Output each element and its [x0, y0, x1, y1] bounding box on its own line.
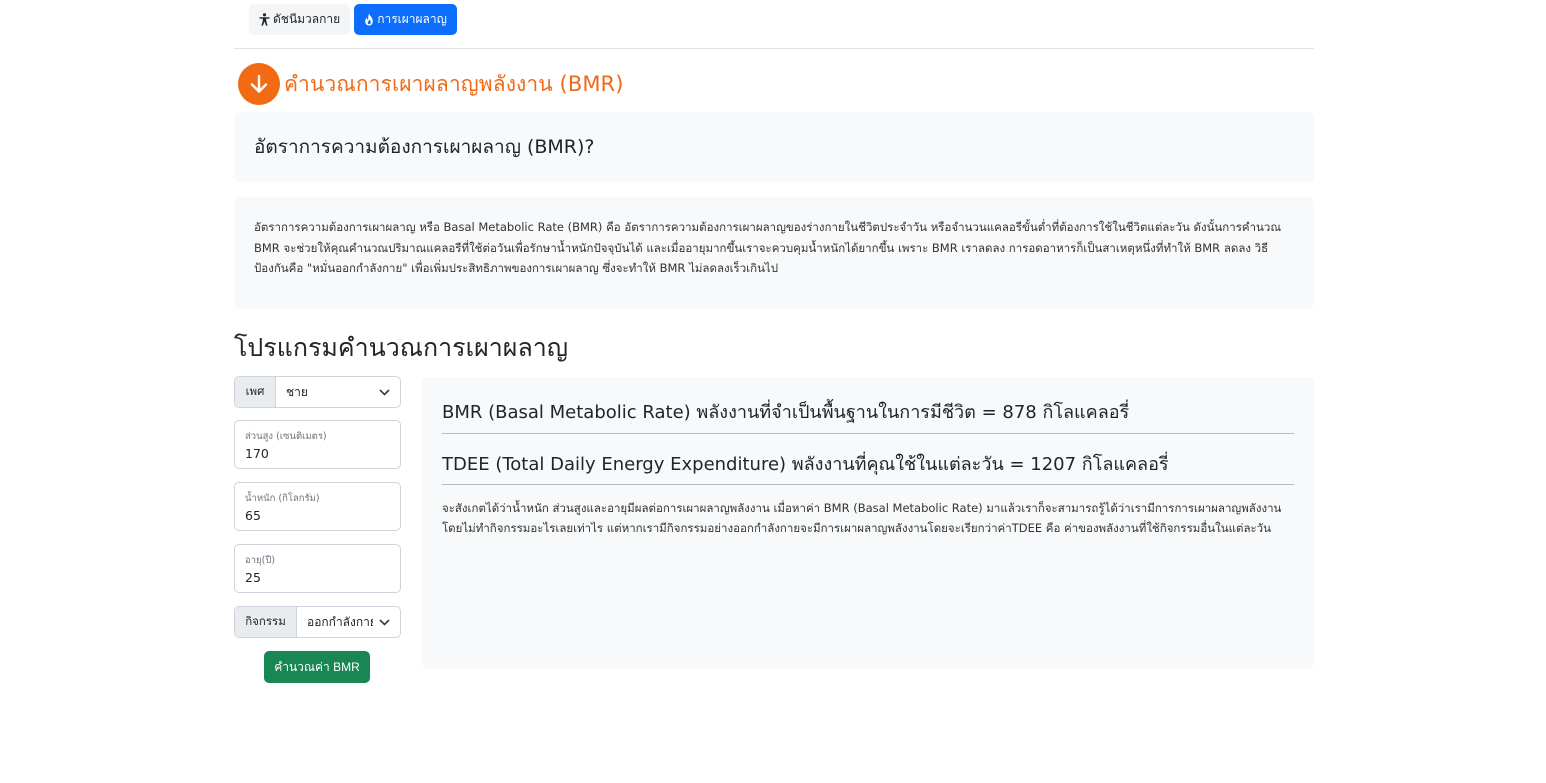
- question-heading: อัตราการความต้องการเผาผลาญ (BMR)?: [254, 136, 595, 158]
- activity-select[interactable]: กิจกรรม ออกกำลังกาย: [234, 606, 401, 638]
- result-note: จะสังเกตได้ว่าน้ำหนัก ส่วนสูงและอายุมีผล…: [442, 501, 1282, 535]
- page-title: คำนวณการเผาผลาญพลังงาน (BMR): [284, 71, 624, 96]
- gender-value-wrap[interactable]: ชาย: [276, 377, 400, 407]
- question-card: อัตราการความต้องการเผาผลาญ (BMR)?: [234, 112, 1314, 182]
- height-field[interactable]: ส่วนสูง (เซนติเมตร) 170: [234, 420, 401, 469]
- section-heading: คำนวณการเผาผลาญพลังงาน (BMR): [238, 63, 624, 105]
- program-title: โปรแกรมคำนวณการเผาผลาญ: [234, 333, 569, 362]
- age-label: อายุ(ปี): [245, 555, 276, 566]
- divider: [234, 48, 1314, 49]
- description-text: อัตราการความต้องการเผาผลาญ หรือ Basal Me…: [254, 220, 1282, 275]
- arrow-down-circle-icon: [238, 63, 280, 105]
- activity-label: กิจกรรม: [235, 607, 297, 637]
- result-divider: [442, 433, 1294, 434]
- tab-bmi[interactable]: ดัชนีมวลกาย: [249, 4, 351, 35]
- gender-select[interactable]: เพศ ชาย: [234, 376, 401, 408]
- bmr-result: BMR (Basal Metabolic Rate) พลังงานที่จำเ…: [442, 402, 1130, 423]
- person-icon: [259, 13, 270, 26]
- result-card: BMR (Basal Metabolic Rate) พลังงานที่จำเ…: [422, 377, 1314, 669]
- chevron-down-icon: [379, 388, 390, 396]
- height-input[interactable]: 170: [245, 446, 390, 461]
- tdee-result: TDEE (Total Daily Energy Expenditure) พล…: [442, 454, 1169, 475]
- weight-label: น้ำหนัก (กิโลกรัม): [245, 493, 320, 504]
- gender-value: ชาย: [286, 384, 308, 399]
- result-divider: [442, 484, 1294, 485]
- age-field[interactable]: อายุ(ปี) 25: [234, 544, 401, 593]
- description-card: อัตราการความต้องการเผาผลาญ หรือ Basal Me…: [234, 197, 1314, 309]
- tab-bar: ดัชนีมวลกาย การเผาผลาญ: [249, 4, 457, 35]
- activity-value: ออกกำลังกาย: [307, 614, 373, 629]
- tab-bmi-label: ดัชนีมวลกาย: [273, 12, 341, 26]
- height-label: ส่วนสูง (เซนติเมตร): [245, 431, 327, 442]
- calculate-bmr-button[interactable]: คำนวณค่า BMR: [264, 651, 370, 683]
- activity-value-wrap[interactable]: ออกกำลังกาย: [297, 607, 400, 637]
- weight-input[interactable]: 65: [245, 508, 390, 523]
- age-input[interactable]: 25: [245, 570, 390, 585]
- tab-metabolism[interactable]: การเผาผลาญ: [354, 4, 457, 35]
- gender-label: เพศ: [235, 377, 276, 407]
- tab-metabolism-label: การเผาผลาญ: [377, 12, 447, 26]
- fire-icon: [365, 13, 373, 26]
- chevron-down-icon: [379, 618, 390, 626]
- weight-field[interactable]: น้ำหนัก (กิโลกรัม) 65: [234, 482, 401, 531]
